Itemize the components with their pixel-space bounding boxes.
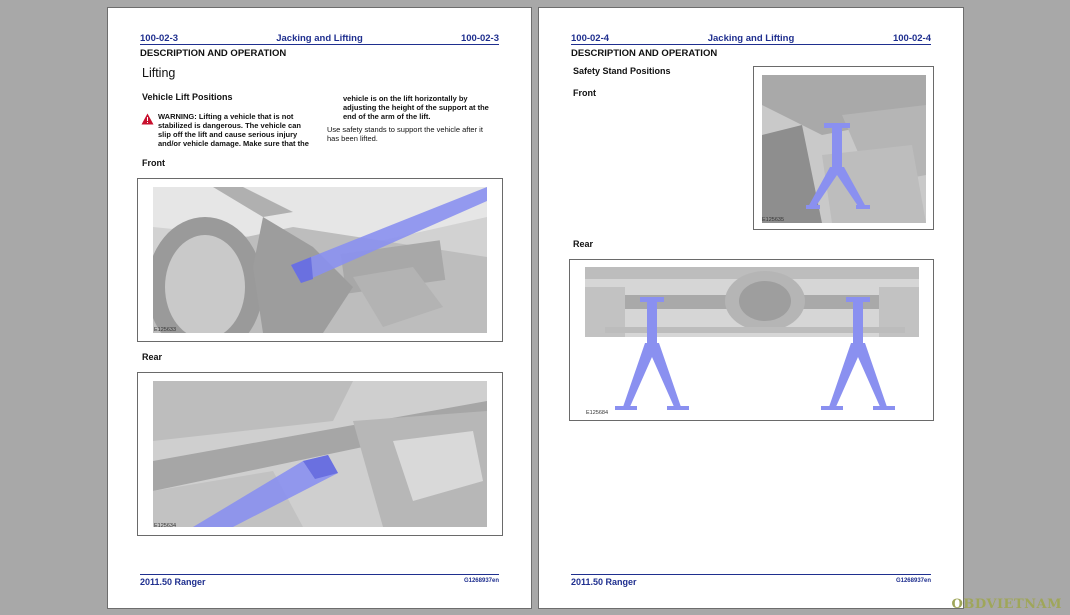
rear-stand-figure-id: E125684 bbox=[586, 410, 609, 416]
note-line-2: has been lifted. bbox=[327, 134, 378, 143]
page-100-02-3: 100-02-3 Jacking and Lifting 100-02-3 DE… bbox=[107, 7, 532, 609]
section-title: DESCRIPTION AND OPERATION bbox=[571, 48, 718, 59]
warning-continued-3: end of the arm of the lift. bbox=[343, 112, 431, 121]
warning-triangle-icon bbox=[141, 112, 154, 130]
footer-model: 2011.50 Ranger bbox=[140, 577, 206, 587]
subheading: Safety Stand Positions bbox=[573, 66, 671, 76]
rear-label: Rear bbox=[142, 352, 163, 362]
page-number-right: 100-02-3 bbox=[460, 33, 499, 44]
document-viewer: { "left_page": { "page_number_left": "10… bbox=[0, 0, 1070, 615]
rear-lift-illustration bbox=[153, 381, 487, 527]
footer-rule bbox=[571, 574, 931, 575]
front-lift-figure: E125633 bbox=[137, 178, 503, 342]
front-figure-id: E125633 bbox=[154, 327, 177, 333]
rear-stand-illustration bbox=[585, 267, 919, 415]
subheading: Vehicle Lift Positions bbox=[142, 92, 233, 102]
front-stand-figure-id: E125635 bbox=[762, 217, 785, 223]
footer-rule bbox=[140, 574, 499, 575]
rear-label: Rear bbox=[573, 239, 594, 249]
warning-line-4: and/or vehicle damage. Make sure that th… bbox=[158, 139, 309, 148]
footer-code: G1268937en bbox=[463, 578, 499, 584]
rear-lift-figure: E125634 bbox=[137, 372, 503, 536]
rear-stand-figure: E125684 bbox=[569, 259, 934, 421]
front-lift-illustration bbox=[153, 187, 487, 333]
footer-model: 2011.50 Ranger bbox=[571, 577, 637, 587]
footer-code: G1268937en bbox=[895, 578, 931, 584]
front-label: Front bbox=[142, 158, 165, 168]
front-label: Front bbox=[573, 88, 596, 98]
rear-figure-id: E125634 bbox=[154, 523, 177, 529]
page-100-02-4: 100-02-4 Jacking and Lifting 100-02-4 DE… bbox=[538, 7, 964, 609]
header-rule bbox=[571, 44, 931, 45]
page-number-right: 100-02-4 bbox=[892, 33, 931, 44]
front-stand-figure: E125635 bbox=[753, 66, 934, 230]
section-title: DESCRIPTION AND OPERATION bbox=[140, 48, 287, 59]
page-heading: Lifting bbox=[142, 66, 176, 80]
front-stand-illustration bbox=[762, 75, 926, 223]
header-rule bbox=[140, 44, 499, 45]
watermark-logo: OBDVIETNAM bbox=[951, 597, 1062, 612]
